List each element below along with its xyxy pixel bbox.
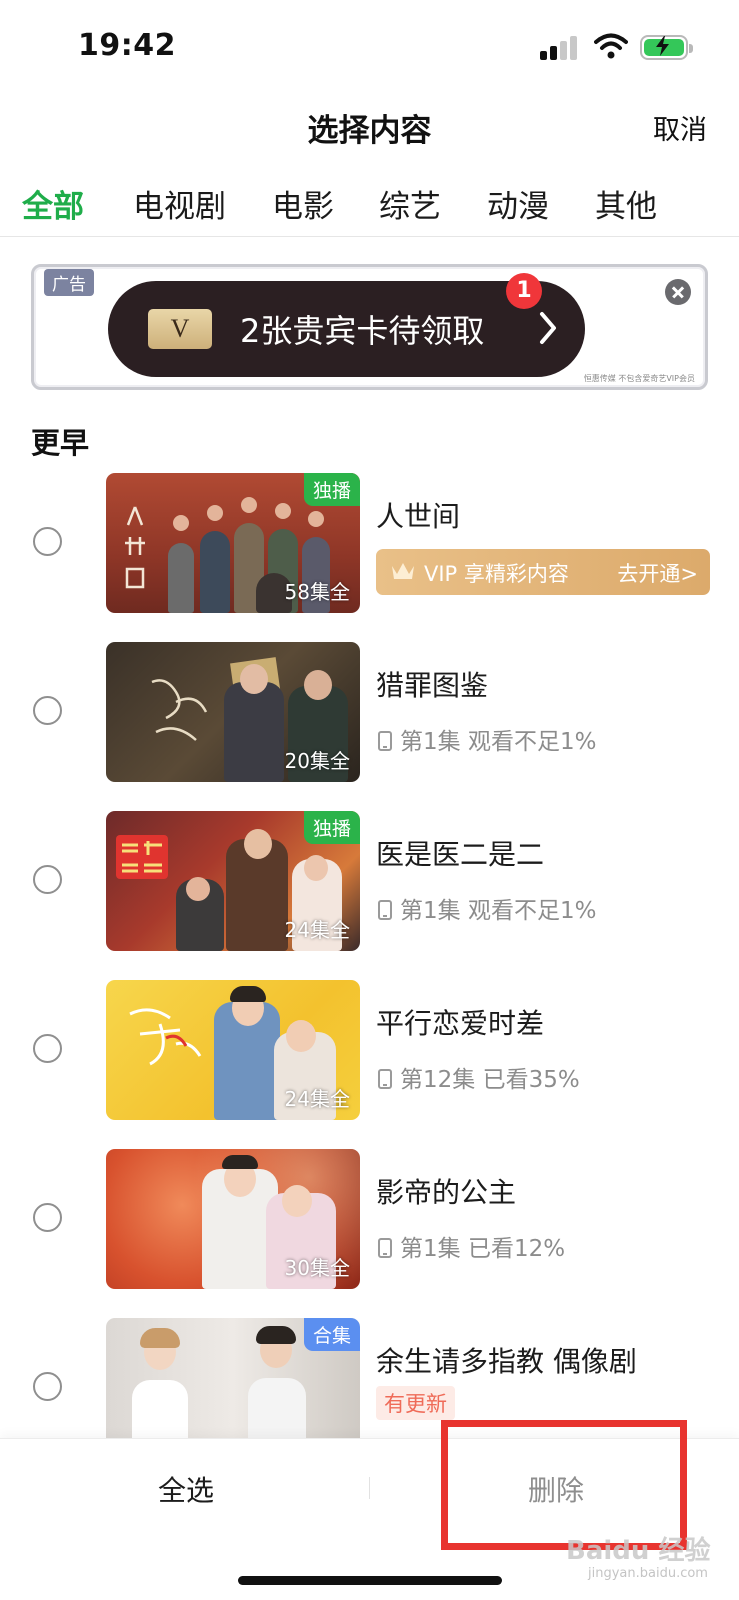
watch-progress: 第1集 观看不足1% [378,891,596,925]
list-item[interactable]: 独播 58集全 人世间 VIP 享精彩内容 去开通> [0,473,739,613]
watch-progress-text: 第1集 观看不足1% [400,729,597,755]
vip-promo-bar[interactable]: VIP 享精彩内容 去开通> [376,549,710,595]
chevron-right-icon [540,312,556,344]
select-radio[interactable] [33,1372,62,1401]
home-indicator [238,1576,502,1585]
phone-icon [378,1069,392,1089]
thumbnail[interactable]: 24集全 [106,980,360,1120]
episode-count: 20集全 [284,749,350,773]
select-radio[interactable] [33,1203,62,1232]
item-title: 人世间 [376,500,461,533]
item-title: 影帝的公主 [376,1176,517,1209]
notification-badge: 1 [506,273,542,309]
divider [369,1477,370,1499]
item-title: 余生请多指教 偶像剧 [376,1345,637,1378]
exclusive-tag: 独播 [303,811,360,844]
select-radio[interactable] [33,1034,62,1063]
vip-text: VIP 享精彩内容 [424,562,569,586]
tab-other[interactable]: 其他 [595,181,657,226]
watch-progress: 第1集 观看不足1% [378,722,596,756]
signal-icon [540,36,578,60]
collection-tag: 合集 [303,1318,360,1351]
list-item[interactable]: 20集全 猎罪图鉴 第1集 观看不足1% [0,642,739,782]
phone-icon [378,900,392,920]
thumbnail[interactable]: 30集全 [106,1149,360,1289]
thumbnail[interactable]: 合集 [106,1318,360,1458]
wifi-icon [594,33,628,59]
category-tabs: 全部 电视剧 电影 综艺 动漫 其他 [0,175,739,237]
cancel-button[interactable]: 取消 [653,108,707,147]
thumbnail[interactable]: 独播 24集全 [106,811,360,951]
tab-all[interactable]: 全部 [22,181,84,226]
tab-variety[interactable]: 综艺 [379,181,441,226]
watch-progress-text: 第1集 观看不足1% [400,898,597,924]
vip-open-link[interactable]: 去开通> [617,558,698,588]
status-time: 19:42 [78,28,176,63]
item-title: 猎罪图鉴 [376,669,489,702]
thumbnail[interactable]: 独播 58集全 [106,473,360,613]
tab-anime[interactable]: 动漫 [487,181,549,226]
episode-count: 58集全 [284,580,350,604]
close-icon[interactable] [665,279,691,305]
vip-card-icon: V [148,309,212,349]
update-badge: 有更新 [376,1386,455,1420]
list-item[interactable]: 独播 24集全 医是医二是二 第1集 观看不足1% [0,811,739,951]
page-title: 选择内容 [307,113,432,149]
phone-icon [378,1238,392,1258]
thumbnail[interactable]: 20集全 [106,642,360,782]
select-radio[interactable] [33,527,62,556]
select-radio[interactable] [33,865,62,894]
episode-count: 24集全 [284,1087,350,1111]
battery-charging-icon [640,35,693,60]
select-all-button[interactable]: 全选 [158,1469,214,1509]
ad-label: 广告 [44,269,94,296]
episode-count: 24集全 [284,918,350,942]
header: 选择内容 取消 [0,95,739,157]
watermark: Baidu 经验 [566,1536,711,1566]
exclusive-tag: 独播 [303,473,360,506]
ad-footer: 恒惠传媒 不包含爱奇艺VIP会员 [583,374,695,383]
select-radio[interactable] [33,696,62,725]
watch-progress-text: 第12集 已看35% [400,1067,580,1093]
episode-count: 30集全 [284,1256,350,1280]
vip-card-promo[interactable]: V 2张贵宾卡待领取 1 [108,273,585,377]
list-item[interactable]: 24集全 平行恋爱时差 第12集 已看35% [0,980,739,1120]
list-item[interactable]: 30集全 影帝的公主 第1集 已看12% [0,1149,739,1289]
tab-movies[interactable]: 电影 [272,181,334,226]
status-bar: 19:42 [0,0,739,90]
watch-progress: 第1集 已看12% [378,1229,565,1263]
crown-icon [392,563,414,579]
ad-text: 2张贵宾卡待领取 [240,312,485,350]
watch-progress-text: 第1集 已看12% [400,1236,566,1262]
item-title: 平行恋爱时差 [376,1007,545,1040]
item-title: 医是医二是二 [376,838,545,871]
tab-tv-series[interactable]: 电视剧 [133,181,226,226]
watch-progress: 第12集 已看35% [378,1060,580,1094]
ad-banner[interactable]: 广告 V 2张贵宾卡待领取 1 恒惠传媒 不包含爱奇艺VIP会员 [31,264,708,390]
phone-icon [378,731,392,751]
section-title: 更早 [31,426,90,460]
watermark-url: jingyan.baidu.com [588,1566,708,1581]
